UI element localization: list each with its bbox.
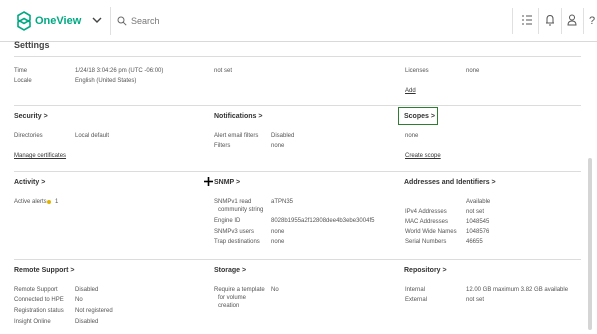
ntp-value: not set — [214, 68, 233, 74]
divider — [583, 8, 584, 34]
help-icon[interactable]: ? — [587, 13, 597, 27]
divider — [538, 8, 539, 34]
manage-certificates-link[interactable]: Manage certificates — [14, 153, 66, 159]
activity-list-icon[interactable] — [521, 13, 533, 27]
filters-value: none — [271, 143, 285, 149]
require-template-label-cont2: creation — [218, 303, 240, 309]
alert-email-value: Disabled — [271, 133, 295, 139]
divider — [14, 259, 581, 260]
external-label: External — [405, 297, 428, 303]
serial-value: 46655 — [466, 239, 483, 245]
scrollbar[interactable] — [588, 158, 592, 330]
user-icon[interactable] — [566, 13, 578, 27]
internal-value: 12.00 GB maximum 3.82 GB available — [466, 287, 569, 293]
add-license-link[interactable]: Add — [405, 88, 416, 94]
external-value: not set — [466, 297, 485, 303]
insight-online-label: Insight Online — [14, 319, 51, 325]
search-icon — [117, 16, 127, 26]
filters-label: Filters — [214, 143, 231, 149]
snmp-read-label-cont: community string — [218, 207, 264, 213]
remote-support-heading[interactable]: Remote Support > — [14, 267, 74, 274]
security-heading[interactable]: Security > — [14, 113, 48, 120]
chevron-down-icon[interactable] — [91, 14, 103, 26]
engine-id-label: Engine ID — [214, 218, 241, 224]
logo-icon[interactable] — [13, 10, 35, 32]
directories-value: Local default — [75, 133, 110, 139]
locale-value: English (United States) — [75, 78, 137, 84]
remote-support-label: Remote Support — [14, 287, 58, 293]
divider — [14, 171, 581, 172]
trap-destinations-label: Trap destinations — [214, 239, 260, 245]
time-value: 1/24/18 3:04:26 pm (UTC -06:00) — [75, 68, 164, 74]
alert-email-label: Alert email filters — [214, 133, 259, 139]
scopes-heading[interactable]: Scopes > — [404, 113, 435, 120]
create-scope-link[interactable]: Create scope — [405, 153, 441, 159]
ipv4-label: IPv4 Addresses — [405, 209, 447, 215]
snmp-read-label: SNMPv1 read — [214, 199, 252, 205]
divider — [14, 105, 581, 106]
search-placeholder: Search — [131, 16, 160, 26]
licenses-value: none — [466, 68, 480, 74]
crosshair-cursor-icon — [204, 177, 213, 186]
available-column-header: Available — [466, 199, 491, 205]
storage-heading[interactable]: Storage > — [214, 267, 246, 274]
top-bar: OneView Search ? — [0, 0, 597, 42]
registration-status-value: Not registered — [75, 308, 113, 314]
notifications-bell-icon[interactable] — [544, 13, 556, 27]
warning-status-icon — [47, 200, 51, 204]
insight-online-value: Disabled — [75, 319, 99, 325]
divider — [512, 8, 513, 34]
snmpv3-users-value: none — [271, 229, 285, 235]
internal-label: Internal — [405, 287, 426, 293]
require-template-label: Require a template — [214, 287, 265, 293]
page-title: Settings — [14, 40, 50, 50]
time-label: Time — [14, 68, 28, 74]
mac-value: 1048545 — [466, 219, 490, 225]
licenses-label: Licenses — [405, 68, 429, 74]
brand-name[interactable]: OneView — [35, 15, 81, 27]
addresses-heading[interactable]: Addresses and Identifiers > — [404, 179, 496, 186]
registration-status-label: Registration status — [14, 308, 64, 314]
svg-text:?: ? — [589, 15, 595, 27]
notifications-heading[interactable]: Notifications > — [214, 113, 262, 120]
connected-hpe-label: Connected to HPE — [14, 297, 64, 303]
locale-label: Locale — [14, 78, 32, 84]
snmp-heading[interactable]: SNMP > — [214, 179, 240, 186]
require-template-label-cont: for volume — [218, 295, 247, 301]
snmpv3-users-label: SNMPv3 users — [214, 229, 255, 235]
repository-heading[interactable]: Repository > — [404, 267, 447, 274]
divider — [561, 8, 562, 34]
divider — [14, 56, 581, 57]
mac-label: MAC Addresses — [405, 219, 449, 225]
connected-hpe-value: No — [75, 297, 83, 303]
serial-label: Serial Numbers — [405, 239, 447, 245]
directories-label: Directories — [14, 133, 43, 139]
remote-support-value: Disabled — [75, 287, 99, 293]
trap-destinations-value: none — [271, 239, 285, 245]
activity-heading[interactable]: Activity > — [14, 179, 45, 186]
snmp-read-value: aTPN35 — [271, 199, 294, 205]
wwn-value: 1048576 — [466, 229, 490, 235]
require-template-value: No — [271, 287, 279, 293]
search-input[interactable]: Search — [110, 7, 506, 35]
active-alerts-value[interactable]: 1 — [55, 199, 58, 205]
wwn-label: World Wide Names — [405, 229, 457, 235]
ipv4-value: not set — [466, 209, 485, 215]
scopes-value: none — [405, 133, 419, 139]
engine-id-value: 8028b1955a2f12808dee4b3ebe3004f5 — [271, 218, 375, 224]
active-alerts-label: Active alerts — [14, 199, 47, 205]
